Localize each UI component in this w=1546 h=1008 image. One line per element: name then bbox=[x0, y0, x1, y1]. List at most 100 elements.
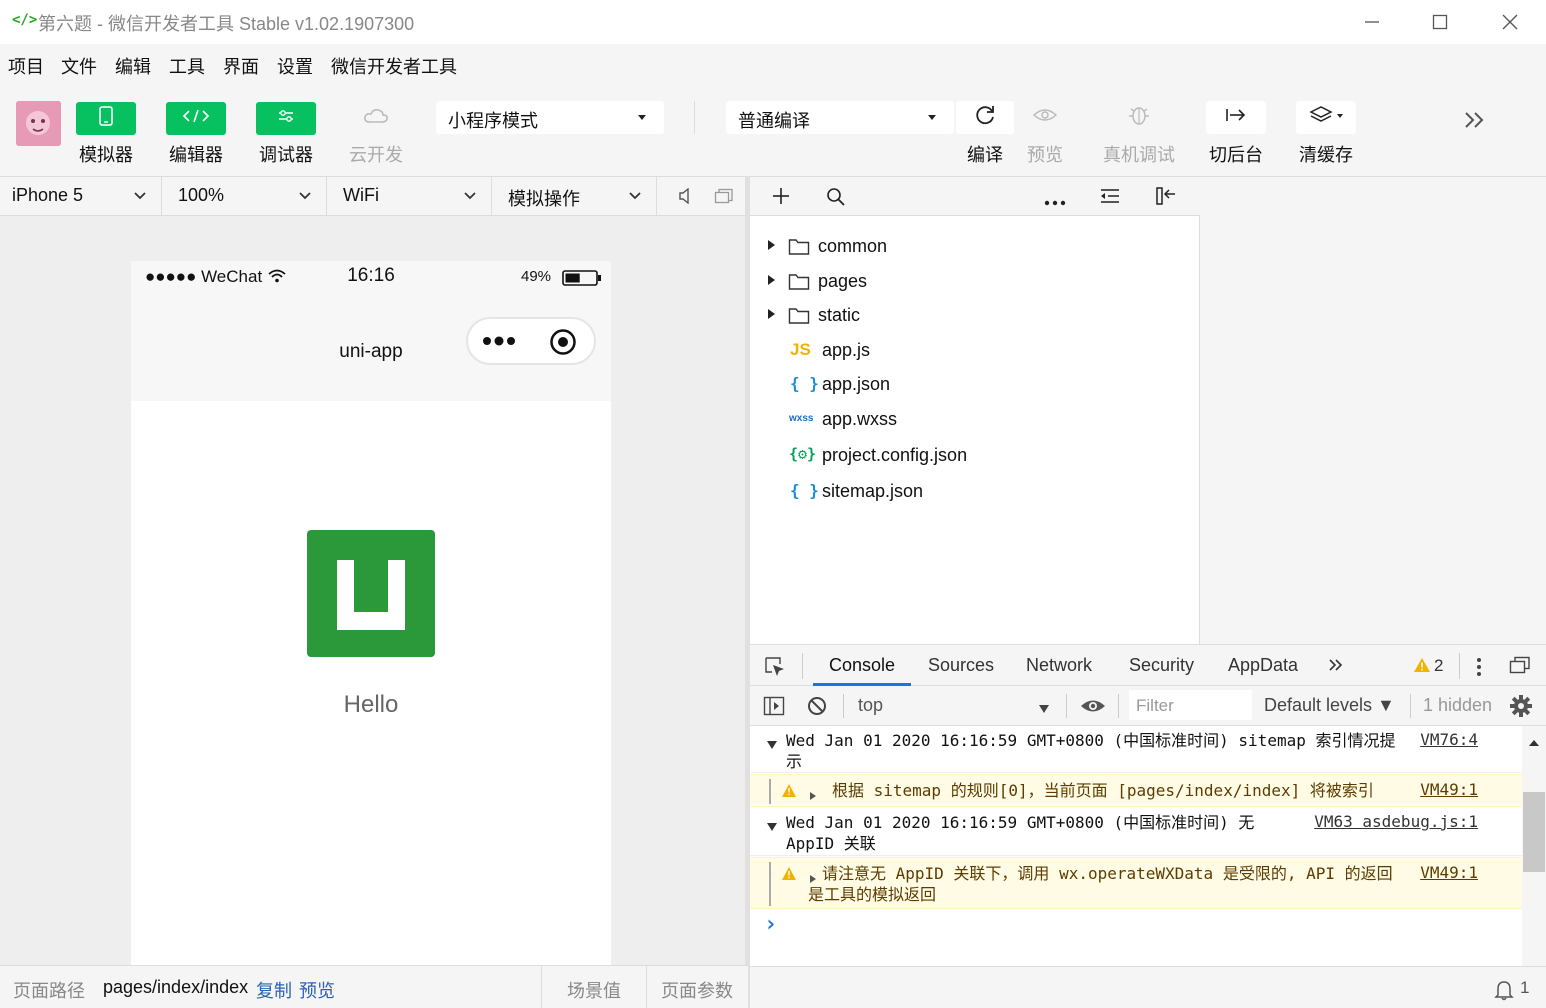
file-name: project.config.json bbox=[822, 445, 968, 465]
kebab-menu-icon[interactable] bbox=[1476, 657, 1482, 682]
preview-link[interactable]: 预览 bbox=[299, 977, 335, 1003]
collapse-triangle-icon[interactable] bbox=[766, 817, 778, 836]
user-avatar[interactable] bbox=[16, 101, 61, 146]
path-label: 页面路径 bbox=[13, 981, 85, 1001]
menu-file[interactable]: 文件 bbox=[61, 53, 97, 79]
collapse-all-icon[interactable] bbox=[1100, 188, 1120, 209]
warning-icon[interactable] bbox=[1413, 657, 1431, 678]
cloud-dev-button[interactable] bbox=[346, 102, 406, 135]
console-message-text: Wed Jan 01 2020 16:16:59 GMT+0800 (中国标准时… bbox=[786, 731, 1396, 771]
close-button[interactable] bbox=[1490, 8, 1530, 36]
tree-file-sitemap-json[interactable]: { } sitemap.json bbox=[750, 476, 1200, 510]
volume-icon[interactable] bbox=[678, 187, 692, 209]
file-name: app.wxss bbox=[822, 409, 898, 429]
filter-input[interactable]: Filter bbox=[1129, 690, 1252, 720]
tree-folder-common[interactable]: common bbox=[750, 231, 1200, 265]
bell-icon[interactable] bbox=[1494, 979, 1514, 1006]
page-info-bar: 页面路径 pages/index/index 复制 预览 场景值 页面参数 bbox=[0, 965, 748, 1008]
minimize-button[interactable] bbox=[1352, 8, 1392, 36]
scrollbar-thumb[interactable] bbox=[1523, 792, 1545, 872]
toggle-sidebar-icon[interactable] bbox=[1155, 186, 1177, 211]
zoom-select[interactable]: 100% bbox=[163, 177, 327, 215]
compile-mode-select[interactable]: 普通编译 bbox=[726, 101, 954, 134]
tab-network[interactable]: Network bbox=[1026, 655, 1092, 676]
context-select[interactable]: top bbox=[854, 686, 1059, 725]
live-expression-eye-icon[interactable] bbox=[1080, 698, 1106, 719]
sidebar-toggle-icon[interactable] bbox=[763, 696, 785, 721]
sliders-icon bbox=[277, 108, 295, 129]
simulator-button[interactable] bbox=[76, 102, 136, 135]
tree-file-app-js[interactable]: JS app.js bbox=[750, 335, 1200, 369]
caret-down-icon bbox=[928, 115, 936, 120]
console-source-link[interactable]: VM49:1 bbox=[1420, 780, 1478, 799]
console-source-link[interactable]: VM49:1 bbox=[1420, 863, 1478, 882]
debugger-button[interactable] bbox=[256, 102, 316, 135]
tree-file-app-wxss[interactable]: wxss app.wxss bbox=[750, 404, 1200, 438]
expand-triangle-icon[interactable] bbox=[809, 786, 817, 805]
scene-button[interactable]: 场景值 bbox=[567, 977, 621, 1003]
mode-select[interactable]: 小程序模式 bbox=[436, 101, 664, 134]
detach-window-icon[interactable] bbox=[714, 188, 734, 209]
console-warning[interactable]: 根据 sitemap 的规则[0]，当前页面 [pages/index/inde… bbox=[750, 774, 1522, 807]
tree-folder-pages[interactable]: pages bbox=[750, 266, 1200, 300]
warning-icon bbox=[781, 866, 797, 885]
tab-console[interactable]: Console bbox=[829, 655, 895, 676]
tab-sources[interactable]: Sources bbox=[928, 655, 994, 676]
divider bbox=[1066, 694, 1067, 718]
console-message[interactable]: Wed Jan 01 2020 16:16:59 GMT+0800 (中国标准时… bbox=[750, 808, 1522, 856]
dock-side-icon[interactable] bbox=[1509, 656, 1531, 679]
console-message[interactable]: Wed Jan 01 2020 16:16:59 GMT+0800 (中国标准时… bbox=[750, 726, 1522, 773]
scroll-up-icon[interactable] bbox=[1528, 734, 1540, 752]
copy-link[interactable]: 复制 bbox=[256, 977, 292, 1003]
log-levels-select[interactable]: Default levels ▼ bbox=[1264, 695, 1395, 716]
menu-project[interactable]: 项目 bbox=[8, 53, 44, 79]
console-source-link[interactable]: VM63 asdebug.js:1 bbox=[1314, 812, 1478, 831]
wxss-icon: wxss bbox=[789, 413, 814, 424]
close-miniprogram-icon[interactable] bbox=[549, 328, 577, 361]
more-options-icon[interactable] bbox=[1044, 193, 1066, 211]
background-button[interactable] bbox=[1206, 101, 1266, 134]
menu-settings[interactable]: 设置 bbox=[277, 53, 313, 79]
compile-button[interactable] bbox=[956, 101, 1014, 134]
add-icon[interactable] bbox=[772, 187, 790, 210]
divider bbox=[541, 966, 542, 1008]
simulate-operation-select[interactable]: 模拟操作 bbox=[493, 177, 657, 215]
expand-arrow-icon[interactable] bbox=[768, 275, 775, 285]
menu-interface[interactable]: 界面 bbox=[223, 53, 259, 79]
more-tools-icon[interactable] bbox=[1462, 110, 1488, 135]
more-dots-icon[interactable] bbox=[482, 333, 518, 354]
console-scrollbar[interactable] bbox=[1522, 726, 1546, 966]
tab-appdata[interactable]: AppData bbox=[1228, 655, 1298, 676]
remote-debug-label: 真机调试 bbox=[1103, 145, 1175, 165]
maximize-button[interactable] bbox=[1420, 8, 1460, 36]
menu-edit[interactable]: 编辑 bbox=[115, 53, 151, 79]
expand-arrow-icon[interactable] bbox=[768, 240, 775, 250]
tree-folder-static[interactable]: static bbox=[750, 300, 1200, 334]
zoom-value: 100% bbox=[178, 185, 225, 205]
network-select[interactable]: WiFi bbox=[328, 177, 492, 215]
warning-count[interactable]: 2 bbox=[1434, 656, 1443, 676]
clear-cache-button[interactable] bbox=[1296, 101, 1356, 134]
inspect-element-icon[interactable] bbox=[764, 656, 786, 683]
expand-arrow-icon[interactable] bbox=[768, 309, 775, 319]
settings-gear-icon[interactable] bbox=[1509, 694, 1533, 723]
console-prompt[interactable]: › bbox=[764, 912, 777, 937]
tree-file-project-config[interactable]: {⚙} project.config.json bbox=[750, 440, 1200, 474]
page-params-button[interactable]: 页面参数 bbox=[661, 977, 733, 1003]
tab-security[interactable]: Security bbox=[1129, 655, 1194, 676]
menu-tools[interactable]: 工具 bbox=[169, 53, 205, 79]
json-icon: { } bbox=[790, 374, 819, 393]
bug-icon bbox=[1126, 103, 1152, 132]
device-select[interactable]: iPhone 5 bbox=[0, 177, 162, 215]
collapse-triangle-icon[interactable] bbox=[766, 735, 778, 754]
remote-debug-button[interactable] bbox=[1110, 101, 1168, 134]
console-source-link[interactable]: VM76:4 bbox=[1420, 730, 1478, 749]
clear-console-icon[interactable] bbox=[807, 696, 827, 721]
console-warning[interactable]: 请注意无 AppID 关联下，调用 wx.operateWXData 是受限的,… bbox=[750, 857, 1522, 909]
menu-wechat-devtools[interactable]: 微信开发者工具 bbox=[331, 53, 457, 79]
tree-file-app-json[interactable]: { } app.json bbox=[750, 369, 1200, 403]
editor-button[interactable] bbox=[166, 102, 226, 135]
more-tabs-icon[interactable] bbox=[1328, 658, 1344, 677]
preview-button[interactable] bbox=[1016, 101, 1074, 134]
search-icon[interactable] bbox=[826, 187, 846, 212]
